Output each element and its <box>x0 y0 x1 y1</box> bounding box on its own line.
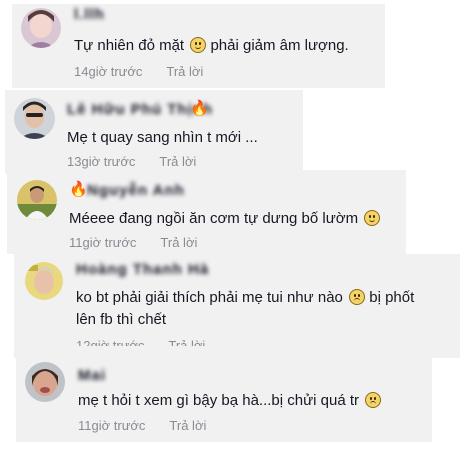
comment-text: Tự nhiên đỏ mặt phải giảm âm lượng. <box>74 37 349 54</box>
comment-meta: 14giờ trước Trả lời <box>74 64 203 79</box>
reply-button[interactable]: Trả lời <box>159 154 196 169</box>
comment-text: Méeee đang ngồi ăn cơm tự dưng bố lườm <box>69 207 381 230</box>
comment-meta: 12giờ trước Trả lời <box>76 338 205 353</box>
timestamp: 14giờ trước <box>74 64 143 79</box>
avatar[interactable] <box>25 262 63 300</box>
blush-emoji-icon <box>190 37 207 53</box>
timestamp: 12giờ trước <box>76 338 145 353</box>
reply-button[interactable]: Trả lời <box>169 418 206 433</box>
avatar[interactable] <box>14 98 55 139</box>
username[interactable]: l.llh <box>74 6 105 23</box>
username[interactable]: Mai <box>78 367 106 384</box>
comment-text: mẹ t hỏi t xem gì bậy bạ hà...bị chửi qu… <box>78 389 382 412</box>
comment-card: Lê Hữu Phú Thịnh 🔥 Mẹ t quay sang nhìn t… <box>5 90 303 174</box>
username[interactable]: Hoàng Thanh Hà <box>76 261 209 278</box>
comment-card: Hoàng Thanh Hà ko bt phải giải thích phả… <box>14 254 460 358</box>
comment-meta: 11giờ trước Trả lời <box>78 418 206 433</box>
comment-text-line-2: lên fb thì chết <box>76 311 167 328</box>
comment-text-line-1: ko bt phải giải thích phải mẹ tui như nà… <box>76 289 415 306</box>
comment-text: Mẹ t quay sang nhìn t mới ... <box>67 129 258 146</box>
avatar[interactable] <box>21 8 61 48</box>
timestamp: 11giờ trước <box>69 235 137 250</box>
avatar[interactable] <box>25 362 65 402</box>
reply-button[interactable]: Trả lời <box>160 235 197 250</box>
fire-icon: 🔥 <box>190 100 209 117</box>
fire-icon: 🔥 <box>69 181 88 198</box>
timestamp: 13giờ trước <box>67 154 136 169</box>
comment-meta: 11giờ trước Trả lời <box>69 235 197 250</box>
avatar[interactable] <box>17 180 57 220</box>
blush-emoji-icon <box>364 210 381 226</box>
sad-emoji-icon <box>349 289 366 305</box>
sad-emoji-icon <box>365 392 382 408</box>
username[interactable]: Nguyễn Anh <box>87 182 185 199</box>
comment-card: l.llh Tự nhiên đỏ mặt phải giảm âm lượng… <box>12 4 385 88</box>
comment-meta: 13giờ trước Trả lời <box>67 154 196 169</box>
comment-card: Mai mẹ t hỏi t xem gì bậy bạ hà...bị chử… <box>16 354 432 442</box>
comment-card: 🔥 Nguyễn Anh Méeee đang ngồi ăn cơm tự d… <box>7 170 406 254</box>
reply-button[interactable]: Trả lời <box>166 64 203 79</box>
timestamp: 11giờ trước <box>78 418 146 433</box>
reply-button[interactable]: Trả lời <box>168 338 205 346</box>
